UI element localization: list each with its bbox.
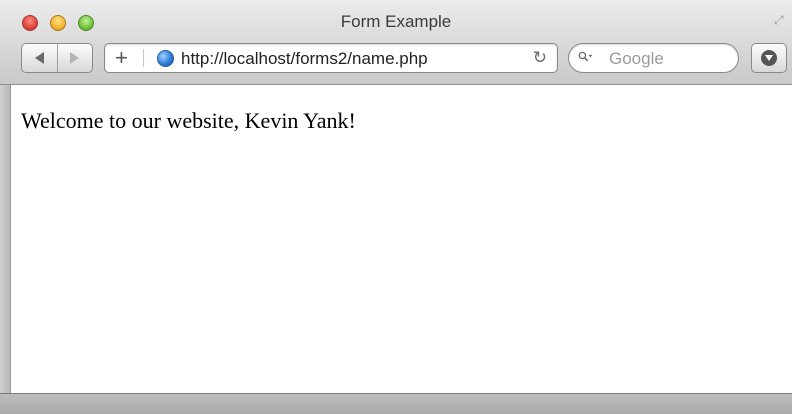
- address-bar[interactable]: + http://localhost/forms2/name.php ↻: [104, 43, 558, 73]
- back-button[interactable]: [22, 44, 58, 72]
- downloads-button[interactable]: [751, 43, 787, 73]
- browser-toolbar: Form Example ⤢ + http://localhost/forms2…: [0, 0, 792, 85]
- add-bookmark-button[interactable]: +: [115, 46, 128, 70]
- back-arrow-icon: [34, 52, 44, 64]
- status-bar: [0, 393, 792, 414]
- search-field[interactable]: Google: [568, 43, 739, 73]
- globe-icon: [157, 50, 174, 67]
- minimize-button[interactable]: [50, 15, 66, 31]
- address-bar-divider: [143, 49, 144, 67]
- window-title: Form Example: [340, 12, 452, 31]
- fullscreen-icon[interactable]: ⤢: [774, 12, 788, 28]
- welcome-message: Welcome to our website, Kevin Yank!: [21, 108, 356, 133]
- window-left-edge: [0, 85, 10, 393]
- navigation-buttons: [21, 43, 93, 73]
- forward-button[interactable]: [58, 44, 93, 72]
- url-field[interactable]: http://localhost/forms2/name.php: [181, 49, 428, 69]
- reload-icon[interactable]: ↻: [533, 48, 547, 68]
- close-button[interactable]: [22, 15, 38, 31]
- forward-arrow-icon: [70, 52, 80, 64]
- zoom-button[interactable]: [78, 15, 94, 31]
- browser-window: Form Example ⤢ + http://localhost/forms2…: [0, 0, 792, 414]
- download-icon: [761, 50, 777, 66]
- magnifier-icon: [578, 51, 593, 62]
- search-placeholder: Google: [609, 49, 664, 68]
